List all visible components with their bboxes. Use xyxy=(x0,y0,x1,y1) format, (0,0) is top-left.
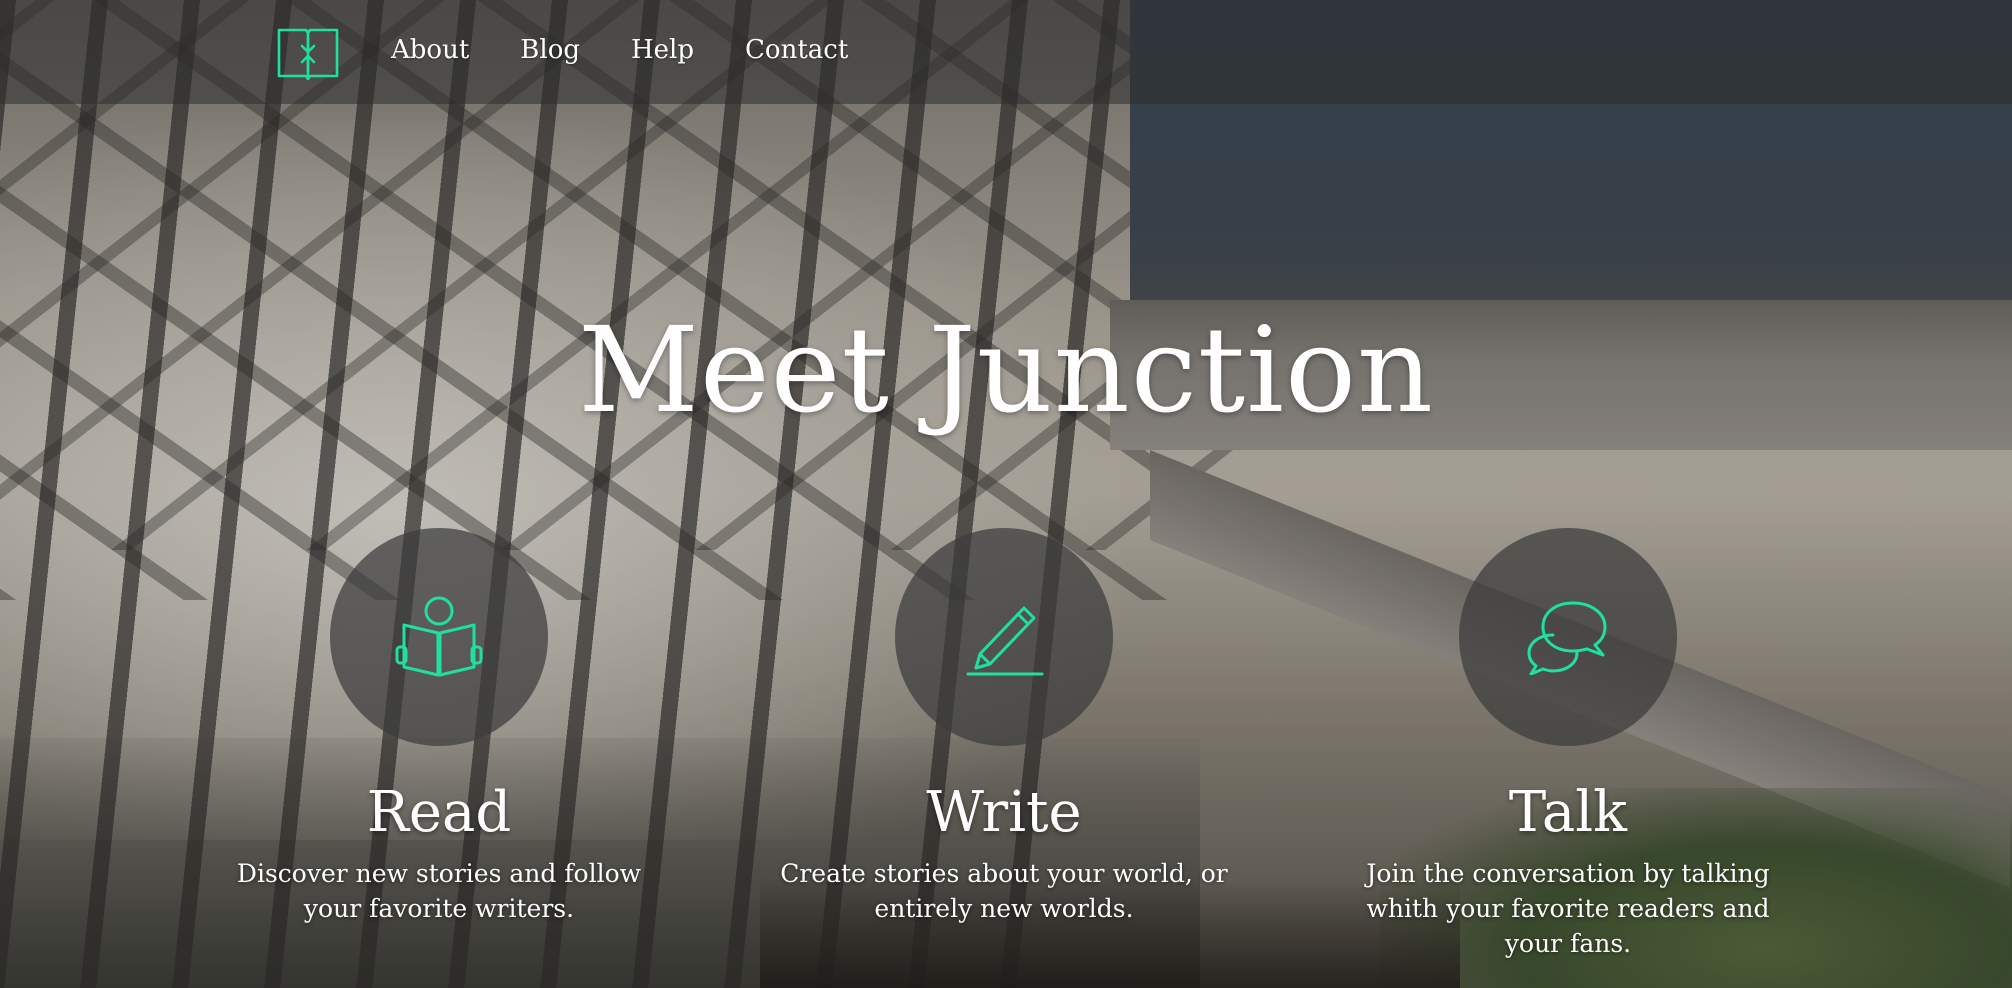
feature-read-label: Read xyxy=(366,780,512,845)
book-arrows-logo-icon[interactable] xyxy=(276,24,340,81)
hero-title: Meet Junction xyxy=(578,301,1434,439)
nav-link-help[interactable]: Help xyxy=(631,32,694,68)
feature-write: Write Create stories about your world, o… xyxy=(764,528,1244,926)
nav-link-contact[interactable]: Contact xyxy=(745,32,848,68)
feature-talk: Talk Join the conversation by talking wh… xyxy=(1328,528,1808,961)
feature-read-description: Discover new stories and follow your fav… xyxy=(236,859,642,923)
feature-read-circle[interactable] xyxy=(330,528,548,746)
feature-write-label: Write xyxy=(926,780,1082,845)
nav-link-about[interactable]: About xyxy=(391,32,469,68)
top-nav-bar: About Blog Help Contact xyxy=(0,0,2012,104)
nav-link-blog[interactable]: Blog xyxy=(520,32,580,68)
feature-talk-description: Join the conversation by talking whith y… xyxy=(1366,859,1770,958)
feature-read: Read Discover new stories and follow you… xyxy=(199,528,679,926)
nav-links: About Blog Help Contact xyxy=(391,32,899,68)
pencil-icon xyxy=(966,606,1044,676)
open-book-reader-icon xyxy=(395,596,483,677)
feature-talk-label: Talk xyxy=(1508,780,1628,845)
speech-bubbles-icon xyxy=(1527,601,1607,675)
feature-write-description: Create stories about your world, or enti… xyxy=(780,859,1228,923)
feature-talk-circle[interactable] xyxy=(1459,528,1677,746)
feature-write-circle[interactable] xyxy=(895,528,1113,746)
